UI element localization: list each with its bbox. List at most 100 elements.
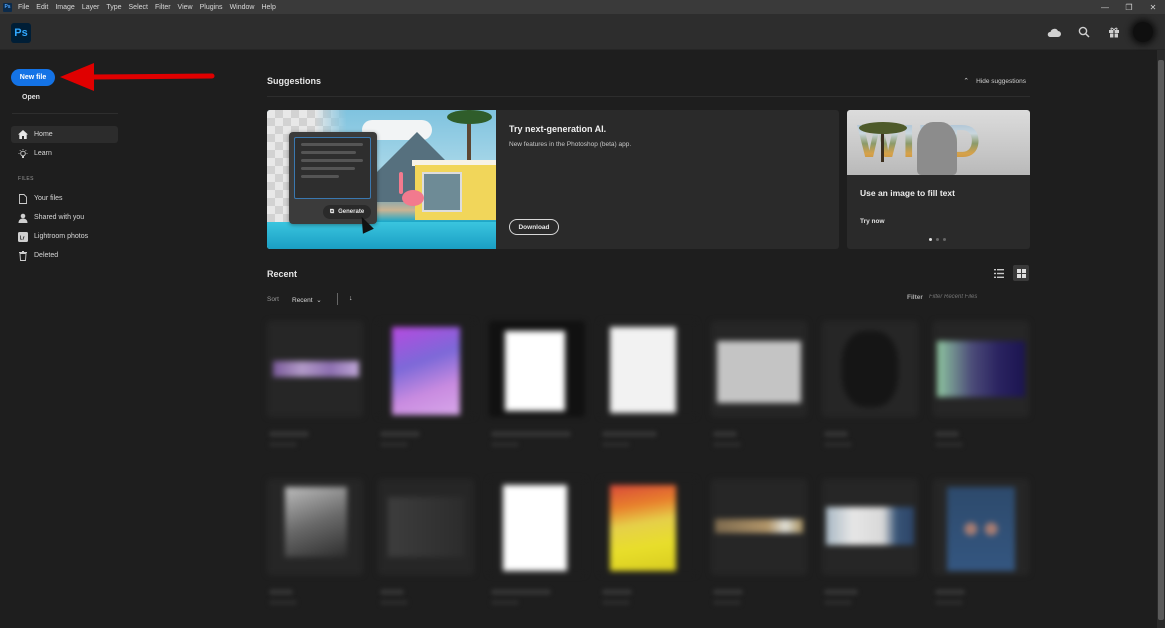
menu-edit[interactable]: Edit: [36, 4, 48, 11]
carousel-dot[interactable]: [943, 238, 946, 241]
sidebar-item-your-files[interactable]: Your files: [11, 190, 118, 207]
gift-icon[interactable]: [1099, 26, 1129, 38]
avatar[interactable]: [1133, 22, 1153, 42]
annotation-arrow: [60, 63, 215, 91]
file-meta: [380, 442, 408, 447]
generate-panel: ⧉ Generate: [289, 132, 377, 224]
filter-label: Filter: [907, 294, 923, 301]
menu-help[interactable]: Help: [261, 4, 275, 11]
sidebar-item-label: Home: [34, 131, 53, 138]
scrollbar[interactable]: [1157, 50, 1165, 628]
scrollbar-thumb[interactable]: [1158, 60, 1164, 620]
suggestions-divider: [267, 96, 1030, 97]
menu-window[interactable]: Window: [230, 4, 255, 11]
ai-suggestion-card[interactable]: ⧉ Generate Try next-generation AI. New f…: [267, 110, 839, 249]
palm-leaves: [447, 110, 492, 124]
file-name: [380, 589, 404, 595]
download-button[interactable]: Download: [509, 219, 559, 235]
file-thumbnail: [933, 321, 1029, 417]
file-thumbnail: [822, 321, 918, 417]
photoshop-logo[interactable]: Ps: [11, 23, 31, 43]
menu-view[interactable]: View: [178, 4, 193, 11]
file-meta: [269, 600, 297, 605]
menu-layer[interactable]: Layer: [82, 4, 100, 11]
app-icon: Ps: [3, 2, 12, 12]
fill-text-suggestion-card[interactable]: WILD Use an image to fill text Try now: [847, 110, 1030, 249]
tree-trunk: [881, 132, 884, 162]
ai-card-title: Try next-generation AI.: [509, 124, 607, 134]
file-thumbnail: [822, 479, 918, 575]
hide-suggestions-button[interactable]: ⌃ Hide suggestions: [963, 77, 1026, 86]
list-view-button[interactable]: [992, 266, 1006, 280]
minimize-icon[interactable]: —: [1093, 3, 1117, 12]
close-icon[interactable]: ✕: [1141, 3, 1165, 12]
house-window: [422, 172, 462, 212]
trash-icon: [18, 250, 28, 261]
grid-icon: [1016, 268, 1026, 278]
sidebar-item-learn[interactable]: Learn: [11, 145, 118, 162]
file-name: [602, 431, 657, 437]
file-thumbnail: [711, 321, 807, 417]
restore-icon[interactable]: ❐: [1117, 3, 1141, 12]
file-meta: [824, 442, 852, 447]
file-meta: [824, 600, 852, 605]
open-button[interactable]: Open: [22, 94, 40, 101]
recent-heading: Recent: [267, 269, 298, 279]
file-meta: [935, 600, 963, 605]
appbar-icons: [1039, 14, 1153, 50]
sidebar-item-deleted[interactable]: Deleted: [11, 247, 118, 264]
file-meta: [713, 600, 741, 605]
menu-type[interactable]: Type: [106, 4, 121, 11]
file-thumbnail: [711, 479, 807, 575]
file-thumbnail: [489, 479, 585, 575]
sidebar-item-label: Deleted: [34, 252, 59, 259]
file-thumbnail: [600, 321, 696, 417]
file-meta: [602, 442, 630, 447]
carousel-dot[interactable]: [936, 238, 939, 241]
sidebar-item-label: Lightroom photos: [34, 233, 89, 240]
wild-promo-image: WILD: [847, 110, 1030, 175]
svg-text:Lr: Lr: [20, 235, 25, 241]
fill-card-title: Use an image to fill text: [860, 188, 955, 198]
new-file-button[interactable]: New file: [11, 69, 55, 86]
list-icon: [994, 268, 1004, 278]
menu-image[interactable]: Image: [55, 4, 74, 11]
file-name: [713, 589, 743, 595]
menu-select[interactable]: Select: [129, 4, 148, 11]
file-thumbnail: [267, 321, 363, 417]
grid-view-button[interactable]: [1013, 265, 1029, 281]
flamingo-body: [402, 190, 424, 206]
sidebar: New file Open Home Learn FILES Your file…: [0, 51, 128, 628]
file-name: [491, 431, 571, 437]
sidebar-item-home[interactable]: Home: [11, 126, 118, 143]
file-thumbnail: [600, 479, 696, 575]
file-name: [713, 431, 737, 437]
filter-input[interactable]: [929, 294, 1029, 300]
elephant-shape: [917, 122, 957, 175]
sort-direction-button[interactable]: ↓: [349, 295, 353, 302]
try-now-link[interactable]: Try now: [860, 218, 885, 225]
file-name: [380, 431, 420, 437]
menu-file[interactable]: File: [18, 4, 29, 11]
file-name: [824, 589, 858, 595]
home-icon: [18, 130, 28, 140]
generate-icon: ⧉: [329, 208, 335, 215]
lightroom-icon: Lr: [18, 231, 28, 242]
menu-plugins[interactable]: Plugins: [200, 4, 223, 11]
shared-user-icon: [18, 213, 28, 223]
lightbulb-icon: [18, 148, 28, 159]
file-meta: [713, 442, 741, 447]
sidebar-item-lightroom[interactable]: Lr Lightroom photos: [11, 228, 118, 245]
menu-filter[interactable]: Filter: [155, 4, 171, 11]
chevron-up-icon: ⌃: [963, 78, 970, 85]
menu-bar: Ps File Edit Image Layer Type Select Fil…: [0, 0, 1165, 14]
search-icon[interactable]: [1069, 26, 1099, 38]
file-name: [269, 589, 293, 595]
sidebar-item-label: Shared with you: [34, 214, 85, 221]
pool-shape: [267, 222, 496, 249]
window-controls: — ❐ ✕: [1093, 0, 1165, 14]
sort-dropdown[interactable]: Recent ⌄: [292, 296, 322, 304]
carousel-dot[interactable]: [929, 238, 932, 241]
cloud-icon[interactable]: [1039, 28, 1069, 37]
sidebar-item-shared[interactable]: Shared with you: [11, 209, 118, 226]
